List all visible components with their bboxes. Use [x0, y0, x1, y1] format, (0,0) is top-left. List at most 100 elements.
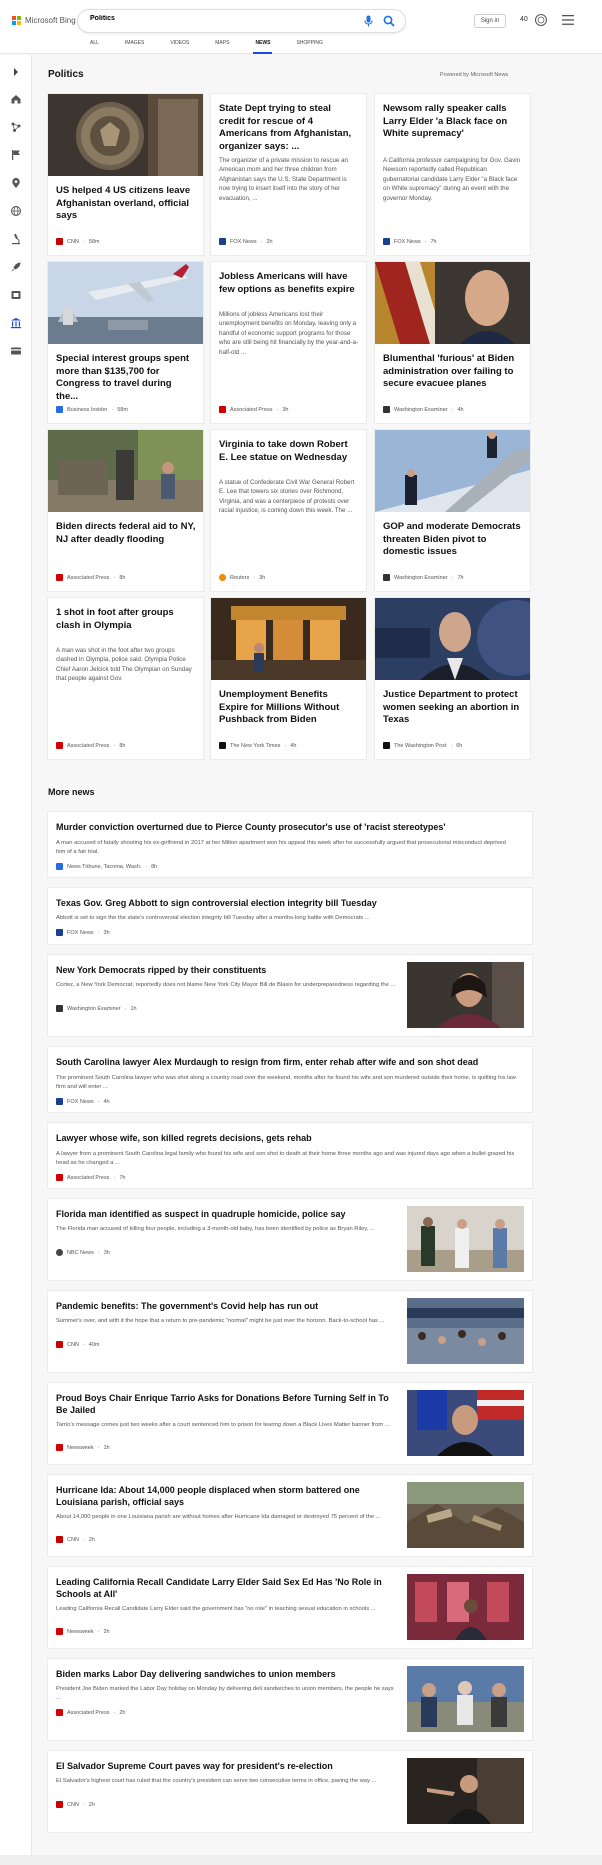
news-list-item[interactable]: New York Democrats ripped by their const… — [48, 955, 532, 1036]
news-list-item[interactable]: Biden marks Labor Day delivering sandwic… — [48, 1659, 532, 1740]
news-title[interactable]: Blumenthal 'furious' at Biden administra… — [383, 353, 523, 391]
microsoft-logo-icon — [12, 16, 21, 25]
published-time: 1h — [130, 1005, 137, 1012]
news-description: The organizer of a private mission to re… — [219, 157, 348, 202]
news-thumbnail-crowd — [407, 1298, 524, 1364]
hamburger-menu-icon[interactable] — [562, 15, 574, 25]
news-title[interactable]: Justice Department to protect women seek… — [383, 689, 523, 727]
news-title[interactable]: Lawyer whose wife, son killed regrets de… — [56, 1132, 516, 1144]
news-title[interactable]: Unemployment Benefits Expire for Million… — [219, 689, 359, 727]
news-card[interactable]: Blumenthal 'furious' at Biden administra… — [375, 262, 530, 423]
news-list-item[interactable]: El Salvador Supreme Court paves way for … — [48, 1751, 532, 1832]
rewards-medal-icon[interactable] — [534, 12, 548, 28]
network-icon[interactable] — [10, 121, 22, 133]
news-list-item[interactable]: South Carolina lawyer Alex Murdaugh to r… — [48, 1047, 532, 1112]
search-input[interactable] — [90, 15, 290, 22]
news-card[interactable]: State Dept trying to steal credit for re… — [211, 94, 366, 255]
news-title[interactable]: State Dept trying to steal credit for re… — [219, 103, 359, 153]
film-icon[interactable] — [10, 289, 22, 301]
news-thumbnail-bukele — [407, 1758, 524, 1824]
news-title[interactable]: Texas Gov. Greg Abbott to sign controver… — [56, 897, 516, 909]
news-card[interactable]: Special interest groups spent more than … — [48, 262, 203, 423]
news-card[interactable]: Justice Department to protect women seek… — [375, 598, 530, 759]
news-image-state-seal — [48, 94, 203, 176]
politics-building-icon[interactable] — [10, 317, 22, 329]
news-source: Newsweek · 2h — [56, 1628, 110, 1635]
news-title[interactable]: Special interest groups spent more than … — [56, 353, 196, 403]
news-title[interactable]: Hurricane Ida: About 14,000 people displ… — [56, 1484, 396, 1508]
news-card[interactable]: US helped 4 US citizens leave Afghanista… — [48, 94, 203, 255]
news-list-item[interactable]: Proud Boys Chair Enrique Tarrio Asks for… — [48, 1383, 532, 1464]
news-title[interactable]: Pandemic benefits: The government's Covi… — [56, 1300, 396, 1312]
source-name: FOX News — [230, 238, 257, 245]
news-title[interactable]: South Carolina lawyer Alex Murdaugh to r… — [56, 1056, 516, 1068]
ap-logo-icon — [219, 406, 226, 413]
news-list-item[interactable]: Leading California Recall Candidate Larr… — [48, 1567, 532, 1648]
news-card[interactable]: Jobless Americans will have few options … — [211, 262, 366, 423]
rewards-points[interactable]: 40 — [520, 16, 528, 23]
news-title[interactable]: Jobless Americans will have few options … — [219, 271, 359, 296]
news-card[interactable]: Virginia to take down Robert E. Lee stat… — [211, 430, 366, 591]
search-icon[interactable] — [383, 15, 395, 27]
globe-icon[interactable] — [10, 205, 22, 217]
news-list-item[interactable]: Hurricane Ida: About 14,000 people displ… — [48, 1475, 532, 1556]
news-card[interactable]: Newsom rally speaker calls Larry Elder '… — [375, 94, 530, 255]
news-title[interactable]: New York Democrats ripped by their const… — [56, 964, 396, 976]
news-title[interactable]: Biden directs federal aid to NY, NJ afte… — [56, 521, 196, 546]
flag-icon[interactable] — [10, 149, 22, 161]
news-list-item[interactable]: Florida man identified as suspect in qua… — [48, 1199, 532, 1280]
news-title[interactable]: Biden marks Labor Day delivering sandwic… — [56, 1668, 396, 1680]
sign-in-button[interactable]: Sign in — [474, 14, 506, 28]
news-card[interactable]: Biden directs federal aid to NY, NJ afte… — [48, 430, 203, 591]
published-time: 2h — [88, 1801, 95, 1808]
tab-all[interactable]: ALL — [90, 40, 99, 52]
home-icon[interactable] — [10, 93, 22, 105]
source-name: Reuters — [230, 574, 250, 581]
microscope-icon[interactable] — [10, 233, 22, 245]
news-list-item[interactable]: Lawyer whose wife, son killed regrets de… — [48, 1123, 532, 1188]
fox-news-logo-icon — [56, 929, 63, 936]
news-description: The Florida man accused of killing four … — [56, 1226, 375, 1232]
news-card[interactable]: GOP and moderate Democrats threaten Bide… — [375, 430, 530, 591]
tab-shopping[interactable]: SHOPPING — [296, 40, 322, 52]
microphone-icon[interactable] — [364, 15, 373, 27]
news-title[interactable]: El Salvador Supreme Court paves way for … — [56, 1760, 396, 1772]
news-list-item[interactable]: Texas Gov. Greg Abbott to sign controver… — [48, 888, 532, 944]
news-title[interactable]: GOP and moderate Democrats threaten Bide… — [383, 521, 523, 559]
washington-examiner-logo-icon — [56, 1005, 63, 1012]
news-list-item[interactable]: Pandemic benefits: The government's Covi… — [48, 1291, 532, 1372]
news-title[interactable]: Leading California Recall Candidate Larr… — [56, 1576, 396, 1600]
published-time: 3h — [103, 929, 110, 936]
news-source: Associated Press · 8h — [56, 574, 125, 581]
published-time: 2h — [103, 1628, 110, 1635]
news-description: A California professor campaigning for G… — [383, 157, 521, 202]
news-card[interactable]: Unemployment Benefits Expire for Million… — [211, 598, 366, 759]
source-name: News Tribune, Tacoma, Wash. — [67, 863, 142, 870]
news-title[interactable]: Virginia to take down Robert E. Lee stat… — [219, 439, 359, 464]
news-card[interactable]: 1 shot in foot after groups clash in Oly… — [48, 598, 203, 759]
rocket-icon[interactable] — [10, 261, 22, 273]
news-source: CNN · 2h — [56, 1801, 95, 1808]
news-title[interactable]: Proud Boys Chair Enrique Tarrio Asks for… — [56, 1392, 396, 1416]
news-title[interactable]: Newsom rally speaker calls Larry Elder '… — [383, 103, 523, 141]
published-time: 2h — [266, 238, 273, 245]
tab-news[interactable]: NEWS — [253, 40, 273, 54]
bing-logo[interactable]: Microsoft Bing — [12, 16, 76, 25]
card-icon[interactable] — [10, 345, 22, 357]
news-source: FOX News · 4h — [56, 1098, 110, 1105]
tab-videos[interactable]: VIDEOS — [170, 40, 189, 52]
source-name: FOX News — [67, 1098, 94, 1105]
tab-maps[interactable]: MAPS — [215, 40, 229, 52]
news-title[interactable]: Murder conviction overturned due to Pier… — [56, 821, 516, 833]
news-title[interactable]: US helped 4 US citizens leave Afghanista… — [56, 185, 196, 223]
published-time: 2h — [119, 1709, 126, 1716]
chevron-right-icon[interactable] — [10, 66, 22, 78]
news-image-airplane-capitol — [48, 262, 203, 344]
news-list-item[interactable]: Murder conviction overturned due to Pier… — [48, 812, 532, 877]
news-title[interactable]: Florida man identified as suspect in qua… — [56, 1208, 396, 1220]
search-box[interactable] — [78, 10, 405, 32]
source-name: Washington Examiner — [394, 406, 448, 413]
tab-images[interactable]: IMAGES — [125, 40, 144, 52]
news-title[interactable]: 1 shot in foot after groups clash in Oly… — [56, 607, 196, 632]
location-pin-icon[interactable] — [10, 177, 22, 189]
